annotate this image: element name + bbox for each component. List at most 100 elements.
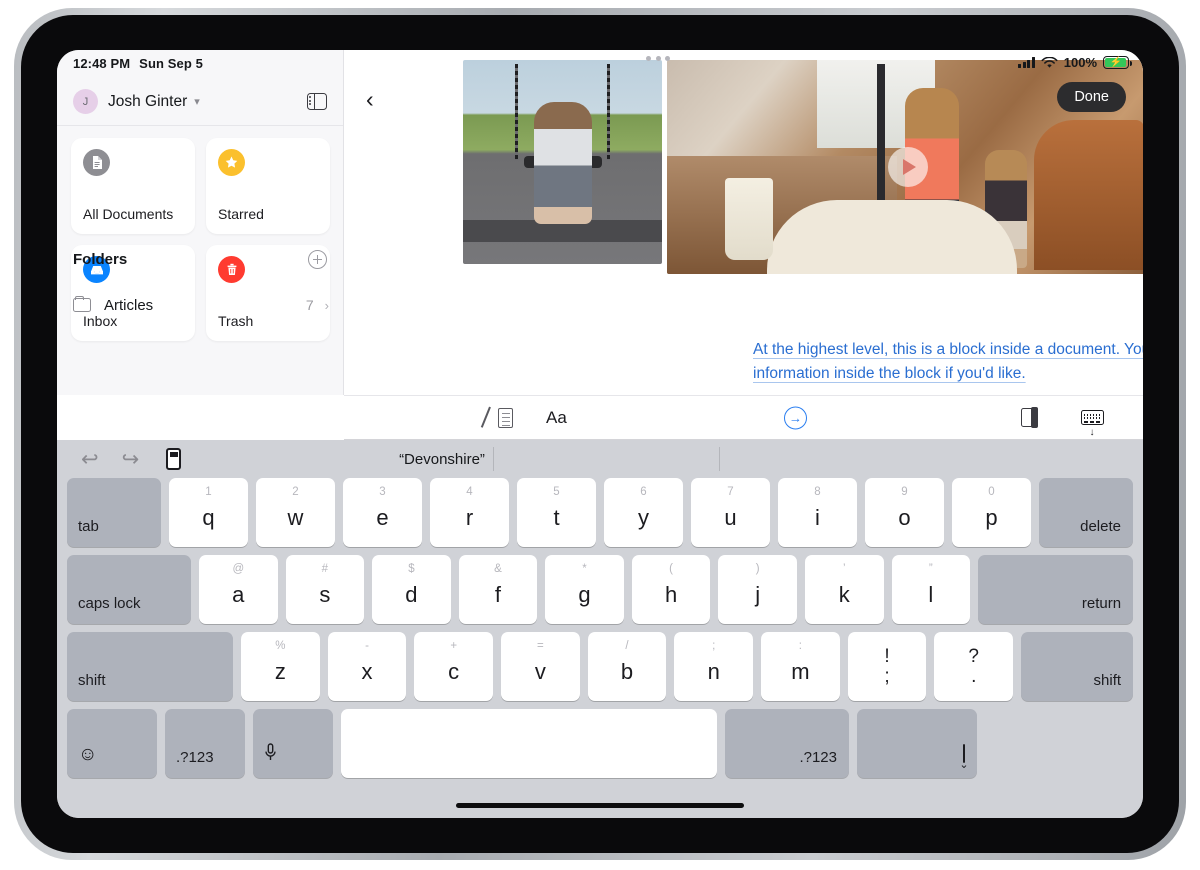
key-label-lower: . bbox=[971, 666, 977, 687]
key-hint: ’ bbox=[842, 563, 846, 575]
autocorrect-suggestion[interactable]: “Devonshire” bbox=[327, 451, 557, 468]
key-x[interactable]: -x bbox=[327, 632, 407, 701]
text-format-button[interactable]: Aa bbox=[546, 408, 567, 428]
key-label: e bbox=[376, 505, 389, 530]
key-z[interactable]: % z bbox=[241, 632, 320, 701]
key-caps-lock[interactable]: caps lock bbox=[67, 555, 191, 624]
key-hint: 0 bbox=[988, 486, 995, 498]
key-shift-right[interactable]: shift bbox=[1021, 632, 1134, 701]
chevron-left-icon[interactable]: ‹ bbox=[366, 88, 374, 111]
sidebar-toggle-icon[interactable] bbox=[307, 93, 327, 110]
media-block[interactable] bbox=[463, 60, 1143, 274]
redo-icon[interactable]: ↪ bbox=[122, 449, 140, 470]
key-hint: 5 bbox=[553, 486, 560, 498]
key-l[interactable]: ” l bbox=[891, 555, 971, 624]
folders-section-header: Folders bbox=[73, 250, 327, 269]
key-delete[interactable]: delete bbox=[1039, 478, 1133, 547]
on-screen-keyboard: ↩ ↪ “Devonshire” tab 1 q 2 w 3 e 4 r 5 t 6 y 7 u 8 i 9 o 0 p… bbox=[57, 440, 1143, 818]
key-hint: 6 bbox=[640, 486, 647, 498]
key-o[interactable]: 9o bbox=[865, 478, 944, 547]
key-emoji[interactable]: ☺ bbox=[67, 709, 157, 778]
key-dismiss-keyboard[interactable]: ⌄ bbox=[857, 709, 977, 778]
key-s[interactable]: # s bbox=[285, 555, 365, 624]
key-label: u bbox=[724, 505, 737, 530]
key-h[interactable]: (h bbox=[631, 555, 711, 624]
key-m[interactable]: :m bbox=[761, 632, 840, 701]
key-hint: 7 bbox=[727, 486, 734, 498]
key-q[interactable]: 1q bbox=[169, 478, 248, 547]
key-y[interactable]: 6y bbox=[604, 478, 683, 547]
key-j[interactable]: ) j bbox=[718, 555, 797, 624]
paste-icon[interactable] bbox=[1016, 406, 1040, 430]
key-u[interactable]: 7u bbox=[691, 478, 770, 547]
key-n[interactable]: ; n bbox=[674, 632, 754, 701]
avatar-initial: J bbox=[82, 95, 89, 108]
key-numbers-left[interactable]: .?123 bbox=[165, 709, 245, 778]
row-shift: shift% z - x + c = v / b; n: m!;?. shift bbox=[67, 632, 1134, 701]
key-e[interactable]: 3e bbox=[343, 478, 422, 547]
key-p[interactable]: 0p bbox=[952, 478, 1031, 547]
undo-icon[interactable]: ↩ bbox=[81, 449, 99, 470]
arrow-right-circle-icon[interactable]: → bbox=[784, 406, 807, 429]
paste-icon[interactable] bbox=[162, 446, 184, 472]
key-space[interactable] bbox=[341, 709, 717, 778]
key-hint: 9 bbox=[901, 486, 908, 498]
key-label: shift bbox=[78, 672, 106, 689]
girl-on-swing-photo[interactable] bbox=[463, 60, 662, 264]
key-dictation[interactable] bbox=[253, 709, 333, 778]
key-question-period[interactable]: ?. bbox=[934, 632, 1014, 701]
key-numbers-right[interactable]: .?123 bbox=[725, 709, 849, 778]
key-t[interactable]: 5t bbox=[517, 478, 596, 547]
key-v[interactable]: = v bbox=[501, 632, 580, 701]
key-return[interactable]: return bbox=[978, 555, 1134, 624]
three-dots-handle-icon[interactable] bbox=[646, 56, 670, 61]
document-paragraph-1[interactable]: At the highest level, this is a block in… bbox=[753, 338, 1143, 385]
folder-item-articles[interactable]: Articles 7 › bbox=[73, 290, 329, 320]
account-name[interactable]: Josh Ginter bbox=[108, 93, 187, 111]
key-label: x bbox=[361, 659, 373, 684]
key-r[interactable]: 4r bbox=[430, 478, 509, 547]
key-hint: = bbox=[536, 640, 544, 652]
chevron-right-icon[interactable]: › bbox=[325, 298, 329, 313]
key-k[interactable]: ’ k bbox=[804, 555, 884, 624]
key-hint: @ bbox=[232, 563, 245, 575]
key-shift-left[interactable]: shift bbox=[67, 632, 233, 701]
key-c[interactable]: + c bbox=[414, 632, 494, 701]
home-indicator[interactable] bbox=[456, 803, 744, 808]
key-hint: & bbox=[494, 563, 502, 575]
sidebar-header: J Josh Ginter ▾ bbox=[57, 78, 343, 126]
chevron-down-icon[interactable]: ▾ bbox=[194, 95, 200, 108]
row-qwerty: tab 1 q 2 w 3 e 4 r 5 t 6 y 7 u 8 i 9 o 0 p delete bbox=[67, 478, 1133, 547]
key-label: g bbox=[578, 582, 591, 607]
key-label: b bbox=[620, 659, 634, 684]
markup-pen-icon[interactable] bbox=[480, 406, 515, 430]
key-a[interactable]: @ a bbox=[199, 555, 278, 624]
key-d[interactable]: $ d bbox=[372, 555, 451, 624]
keyboard-down-icon[interactable]: ↓ bbox=[1079, 406, 1105, 437]
key-i[interactable]: 8i bbox=[778, 478, 857, 547]
key-label: k bbox=[838, 582, 850, 607]
key-b[interactable]: / b bbox=[587, 632, 667, 701]
done-button[interactable]: Done bbox=[1057, 82, 1126, 112]
key-f[interactable]: & f bbox=[458, 555, 538, 624]
star-icon bbox=[218, 149, 245, 176]
row-home: caps lock @ a # s $ d & f * g(h) j’ k” l return bbox=[67, 555, 1134, 624]
key-hint: + bbox=[450, 640, 458, 652]
key-g[interactable]: * g bbox=[545, 555, 624, 624]
key-hint: : bbox=[798, 640, 802, 652]
ipad-screen: 12:48 PM Sun Sep 5 100% ⚡ J Josh Ginter … bbox=[57, 50, 1143, 818]
key-label: .?123 bbox=[799, 749, 837, 766]
play-icon[interactable] bbox=[887, 147, 928, 187]
key-w[interactable]: 2w bbox=[256, 478, 335, 547]
folders-title: Folders bbox=[73, 251, 128, 268]
key-label: y bbox=[638, 505, 649, 530]
plus-circle-icon[interactable] bbox=[308, 250, 327, 269]
key-hint: 3 bbox=[379, 486, 386, 498]
key-label: r bbox=[465, 505, 474, 530]
toolbar-divider bbox=[493, 447, 494, 471]
avatar[interactable]: J bbox=[73, 89, 98, 114]
key-tab[interactable]: tab bbox=[67, 478, 161, 547]
smart-folder-starred[interactable]: Starred bbox=[206, 138, 330, 234]
key-exclaim-semicolon[interactable]: !; bbox=[847, 632, 927, 701]
smart-folder-all-documents[interactable]: All Documents bbox=[71, 138, 195, 234]
